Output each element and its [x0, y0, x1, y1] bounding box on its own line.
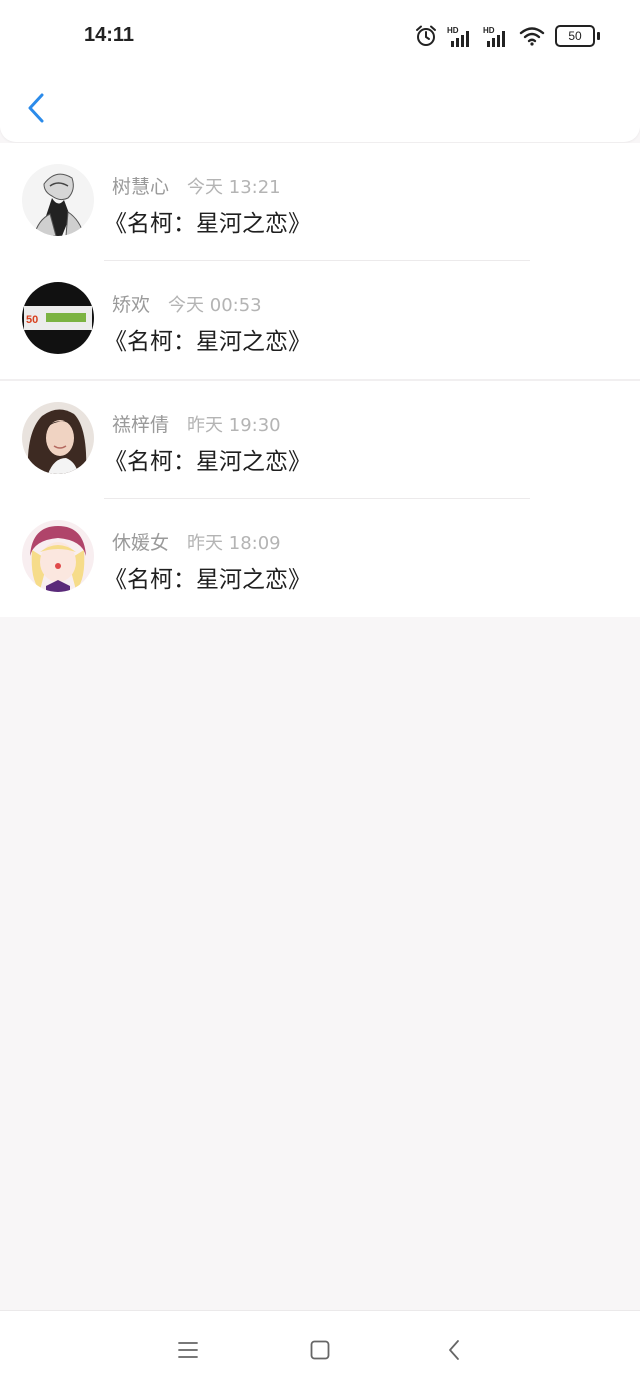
- wifi-icon: [519, 25, 545, 47]
- message-group: 禚梓倩 昨天 19:30 《名柯：星河之恋》 休媛女 昨天 18:09 《名柯：…: [0, 379, 640, 617]
- message-time: 昨天 18:09: [187, 533, 281, 554]
- sender-line: 矫欢 今天 00:53: [112, 290, 262, 317]
- status-icons: HD HD 50: [415, 22, 600, 50]
- message-title: 《名柯：星河之恋》: [104, 449, 311, 475]
- square-home-icon: [310, 1340, 330, 1360]
- nav-back-button[interactable]: [441, 1337, 467, 1363]
- battery-icon: 50: [555, 25, 600, 47]
- message-title: 《名柯：星河之恋》: [104, 567, 311, 593]
- message-group: 树慧心 今天 13:21 《名柯：星河之恋》 50 矫欢 今天 00:53 《名柯：…: [0, 143, 640, 379]
- back-triangle-icon: [449, 1340, 459, 1360]
- message-time: 今天 00:53: [168, 295, 262, 316]
- avatar-logo-text: 50: [26, 314, 38, 326]
- avatar-logo-badge[interactable]: 50: [22, 282, 94, 354]
- battery-level: 50: [555, 25, 595, 47]
- message-item[interactable]: 树慧心 今天 13:21 《名柯：星河之恋》: [0, 143, 640, 261]
- top-bar: 14:11 HD HD 50: [0, 0, 640, 142]
- svg-text:HD: HD: [447, 26, 459, 35]
- cell-signal-icon-2: HD: [483, 25, 509, 47]
- message-title: 《名柯：星河之恋》: [104, 211, 311, 237]
- menu-icon: [178, 1342, 198, 1358]
- avatar-anime-girl[interactable]: [22, 520, 94, 592]
- status-time: 14:11: [84, 24, 135, 46]
- message-item[interactable]: 50 矫欢 今天 00:53 《名柯：星河之恋》: [0, 260, 640, 379]
- sender-name: 树慧心: [112, 176, 170, 198]
- home-button[interactable]: [307, 1337, 333, 1363]
- alarm-icon: [415, 25, 437, 47]
- cell-signal-icon: HD: [447, 25, 473, 47]
- message-time: 昨天 19:30: [187, 415, 281, 436]
- avatar-woman-portrait[interactable]: [22, 402, 94, 474]
- sender-name: 矫欢: [112, 294, 151, 316]
- message-item[interactable]: 禚梓倩 昨天 19:30 《名柯：星河之恋》: [0, 381, 640, 499]
- avatar-sketch-figure[interactable]: [22, 164, 94, 236]
- chevron-left-icon: [28, 93, 44, 123]
- sender-line: 休媛女 昨天 18:09: [112, 528, 281, 555]
- message-list: 树慧心 今天 13:21 《名柯：星河之恋》 50 矫欢 今天 00:53 《名柯：…: [0, 143, 640, 617]
- back-button[interactable]: [18, 86, 54, 130]
- message-title: 《名柯：星河之恋》: [104, 329, 311, 355]
- message-time: 今天 13:21: [187, 177, 281, 198]
- sender-name: 休媛女: [112, 532, 170, 554]
- system-nav-bar: [0, 1310, 640, 1388]
- menu-button[interactable]: [175, 1337, 201, 1363]
- sender-line: 树慧心 今天 13:21: [112, 172, 281, 199]
- sender-line: 禚梓倩 昨天 19:30: [112, 410, 281, 437]
- message-item[interactable]: 休媛女 昨天 18:09 《名柯：星河之恋》: [0, 498, 640, 617]
- sender-name: 禚梓倩: [112, 414, 170, 436]
- svg-text:HD: HD: [483, 26, 495, 35]
